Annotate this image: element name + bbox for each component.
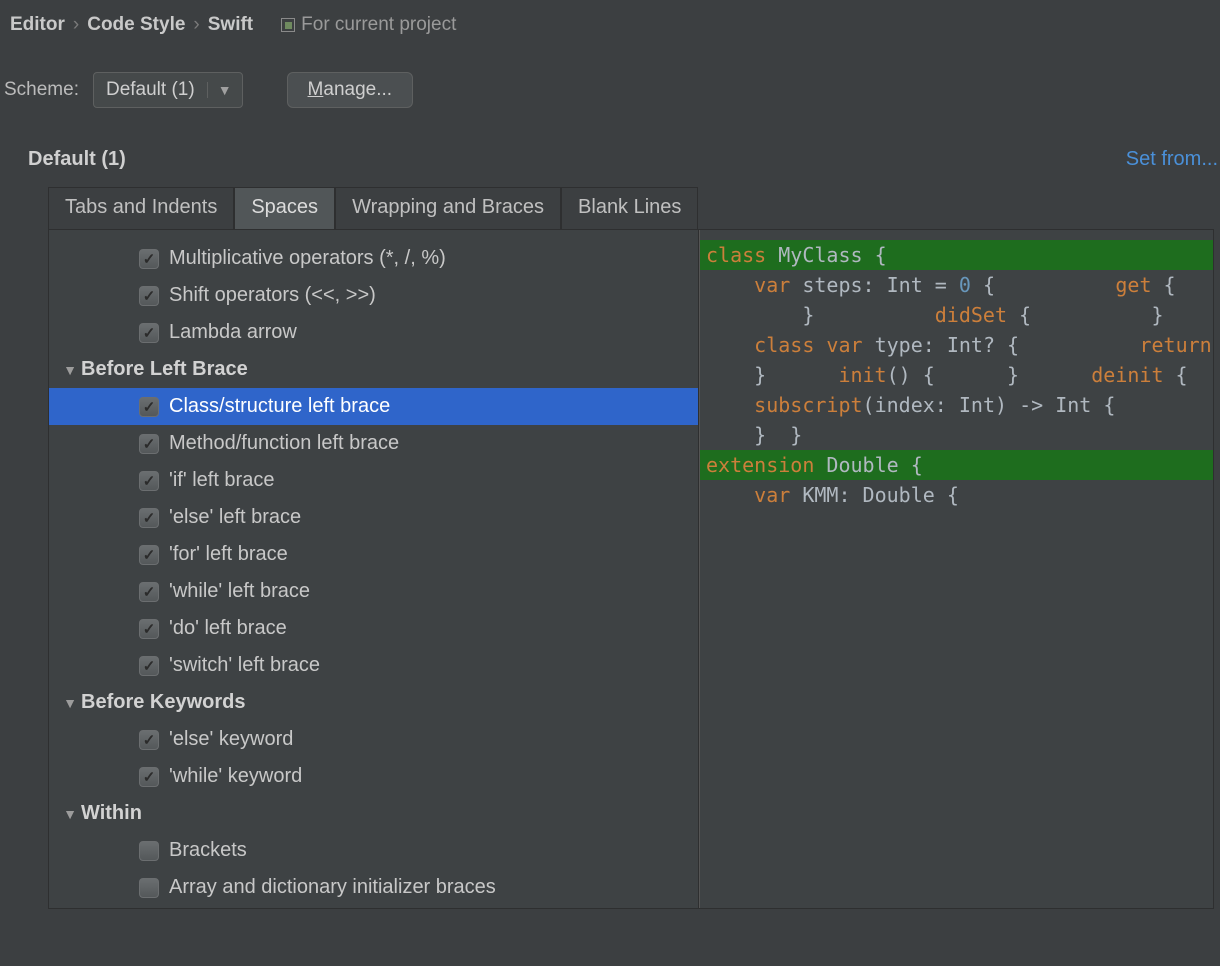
option-multiplicative[interactable]: ✓ Multiplicative operators (*, /, %)	[49, 240, 698, 277]
checkbox-checked-icon[interactable]: ✓	[139, 767, 159, 787]
option-label: Array and dictionary initializer braces	[169, 876, 496, 899]
tab-spaces[interactable]: Spaces	[234, 187, 335, 229]
option-switch-left-brace[interactable]: ✓ 'switch' left brace	[49, 647, 698, 684]
option-label: 'while' left brace	[169, 580, 310, 603]
option-label: Shift operators (<<, >>)	[169, 284, 376, 307]
checkbox-checked-icon[interactable]: ✓	[139, 730, 159, 750]
checkbox-checked-icon[interactable]: ✓	[139, 656, 159, 676]
checkbox-checked-icon[interactable]: ✓	[139, 323, 159, 343]
chevron-right-icon: ›	[193, 14, 199, 36]
group-before-keywords[interactable]: ▼ Before Keywords	[49, 684, 698, 721]
triangle-down-icon: ▼	[59, 806, 81, 822]
scope-text: For current project	[301, 14, 456, 36]
checkbox-checked-icon[interactable]: ✓	[139, 471, 159, 491]
option-else-left-brace[interactable]: ✓ 'else' left brace	[49, 499, 698, 536]
scheme-row: Scheme: Default (1) ▼ Manage...	[0, 44, 1220, 114]
breadcrumb: Editor › Code Style › Swift For current …	[0, 0, 1220, 44]
option-brackets[interactable]: ✓ Brackets	[49, 832, 698, 869]
option-label: Lambda arrow	[169, 321, 297, 344]
checkbox-unchecked-icon[interactable]: ✓	[139, 878, 159, 898]
breadcrumb-swift: Swift	[208, 14, 253, 36]
scheme-label: Scheme:	[4, 79, 79, 101]
checkbox-checked-icon[interactable]: ✓	[139, 434, 159, 454]
option-label: 'if' left brace	[169, 469, 274, 492]
scheme-select[interactable]: Default (1) ▼	[93, 72, 243, 108]
content-panel: ✓ Multiplicative operators (*, /, %) ✓ S…	[48, 229, 1214, 909]
option-array-dict-init-braces[interactable]: ✓ Array and dictionary initializer brace…	[49, 869, 698, 906]
option-method-function-left-brace[interactable]: ✓ Method/function left brace	[49, 425, 698, 462]
tab-wrapping-and-braces[interactable]: Wrapping and Braces	[335, 187, 561, 229]
option-label: 'while' keyword	[169, 765, 302, 788]
checkbox-checked-icon[interactable]: ✓	[139, 397, 159, 417]
option-do-left-brace[interactable]: ✓ 'do' left brace	[49, 610, 698, 647]
option-if-left-brace[interactable]: ✓ 'if' left brace	[49, 462, 698, 499]
options-tree[interactable]: ✓ Multiplicative operators (*, /, %) ✓ S…	[49, 230, 699, 908]
option-label: Multiplicative operators (*, /, %)	[169, 247, 446, 270]
checkbox-checked-icon[interactable]: ✓	[139, 545, 159, 565]
checkbox-checked-icon[interactable]: ✓	[139, 286, 159, 306]
code-token: class	[706, 243, 766, 267]
tab-tabs-and-indents[interactable]: Tabs and Indents	[48, 187, 234, 229]
project-scope-icon	[281, 18, 295, 32]
scope-label: For current project	[281, 14, 456, 36]
option-else-keyword[interactable]: ✓ 'else' keyword	[49, 721, 698, 758]
option-class-structure-left-brace[interactable]: ✓ Class/structure left brace	[49, 388, 698, 425]
code-preview: class MyClass { var steps: Int = 0 { get…	[699, 230, 1213, 908]
chevron-right-icon: ›	[73, 14, 79, 36]
code-token: MyClass {	[766, 243, 886, 267]
group-within[interactable]: ▼ Within	[49, 795, 698, 832]
option-label: 'else' keyword	[169, 728, 293, 751]
triangle-down-icon: ▼	[59, 362, 81, 378]
group-label: Before Left Brace	[81, 358, 248, 381]
tab-blank-lines[interactable]: Blank Lines	[561, 187, 698, 229]
option-while-left-brace[interactable]: ✓ 'while' left brace	[49, 573, 698, 610]
profile-name: Default (1)	[28, 148, 126, 171]
group-label: Within	[81, 802, 142, 825]
breadcrumb-code-style[interactable]: Code Style	[87, 14, 185, 36]
chevron-down-icon: ▼	[207, 82, 242, 98]
checkbox-unchecked-icon[interactable]: ✓	[139, 841, 159, 861]
group-before-left-brace[interactable]: ▼ Before Left Brace	[49, 351, 698, 388]
option-label: Brackets	[169, 839, 247, 862]
option-label: 'for' left brace	[169, 543, 288, 566]
checkbox-checked-icon[interactable]: ✓	[139, 508, 159, 528]
profile-row: Default (1) Set from...	[0, 114, 1220, 187]
option-shift[interactable]: ✓ Shift operators (<<, >>)	[49, 277, 698, 314]
manage-label: anage...	[323, 79, 392, 101]
option-label: Class/structure left brace	[169, 395, 390, 418]
tab-row: Tabs and Indents Spaces Wrapping and Bra…	[48, 187, 1220, 229]
group-label: Before Keywords	[81, 691, 246, 714]
option-label: 'do' left brace	[169, 617, 287, 640]
checkbox-checked-icon[interactable]: ✓	[139, 619, 159, 639]
option-lambda-arrow[interactable]: ✓ Lambda arrow	[49, 314, 698, 351]
checkbox-checked-icon[interactable]: ✓	[139, 582, 159, 602]
scheme-value: Default (1)	[94, 79, 207, 101]
set-from-link[interactable]: Set from...	[1126, 148, 1220, 171]
option-while-keyword[interactable]: ✓ 'while' keyword	[49, 758, 698, 795]
manage-button[interactable]: Manage...	[287, 72, 414, 108]
option-label: 'switch' left brace	[169, 654, 320, 677]
option-for-left-brace[interactable]: ✓ 'for' left brace	[49, 536, 698, 573]
checkbox-checked-icon[interactable]: ✓	[139, 249, 159, 269]
option-label: 'else' left brace	[169, 506, 301, 529]
breadcrumb-editor[interactable]: Editor	[10, 14, 65, 36]
option-label: Method/function left brace	[169, 432, 399, 455]
triangle-down-icon: ▼	[59, 695, 81, 711]
